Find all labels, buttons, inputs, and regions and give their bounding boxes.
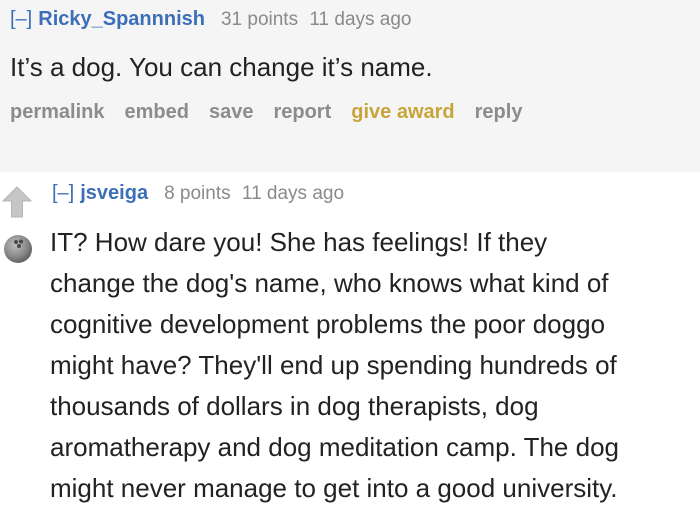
reply-button[interactable]: reply	[475, 101, 523, 124]
comment-line: might have? They'll end up spending hund…	[50, 350, 617, 380]
comment-line: might never manage to get into a good un…	[50, 473, 618, 503]
give-award-button[interactable]: give award	[351, 101, 454, 124]
comment-line: change the dog's name, who knows what ki…	[50, 268, 609, 298]
comment-line: thousands of dollars in dog therapists, …	[50, 391, 539, 421]
parent-points: 31 points	[220, 9, 299, 30]
comment-line: aromatherapy and dog meditation camp. Th…	[50, 432, 619, 462]
parent-meta: 31 points 11 days ago	[221, 9, 412, 31]
child-author-link[interactable]: jsveiga	[80, 182, 148, 205]
save-button[interactable]: save	[209, 101, 254, 124]
child-meta: 8 points 11 days ago	[164, 183, 344, 205]
embed-button[interactable]: embed	[124, 101, 188, 124]
child-tagline: [–] jsveiga 8 points 11 days ago	[52, 182, 344, 206]
parent-comment-text: It’s a dog. You can change it’s name.	[10, 52, 433, 82]
parent-action-buttons: permalink embed save report give award r…	[10, 101, 522, 124]
parent-comment: [–] Ricky_Spannnish 31 points 11 days ag…	[0, 0, 700, 172]
comment-line: cognitive development problems the poor …	[50, 309, 606, 339]
downvote-ball-icon[interactable]	[3, 234, 33, 264]
child-collapse-toggle[interactable]: [–]	[52, 182, 74, 205]
child-comment-text: IT? How dare you! She has feelings! If t…	[50, 222, 695, 509]
comment-thread: [–] Ricky_Spannnish 31 points 11 days ag…	[0, 0, 700, 520]
parent-age[interactable]: 11 days ago	[309, 9, 411, 30]
child-points: 8 points	[164, 183, 231, 204]
child-age[interactable]: 11 days ago	[242, 183, 344, 204]
parent-collapse-toggle[interactable]: [–]	[10, 8, 32, 31]
upvote-arrow-icon[interactable]	[2, 186, 32, 218]
parent-tagline: [–] Ricky_Spannnish 31 points 11 days ag…	[10, 8, 412, 32]
comment-line: IT? How dare you! She has feelings! If t…	[50, 227, 548, 257]
parent-author-link[interactable]: Ricky_Spannnish	[38, 8, 205, 31]
permalink-button[interactable]: permalink	[10, 101, 104, 124]
child-comment: [–] jsveiga 8 points 11 days ago IT? How…	[0, 172, 700, 520]
report-button[interactable]: report	[273, 101, 331, 124]
